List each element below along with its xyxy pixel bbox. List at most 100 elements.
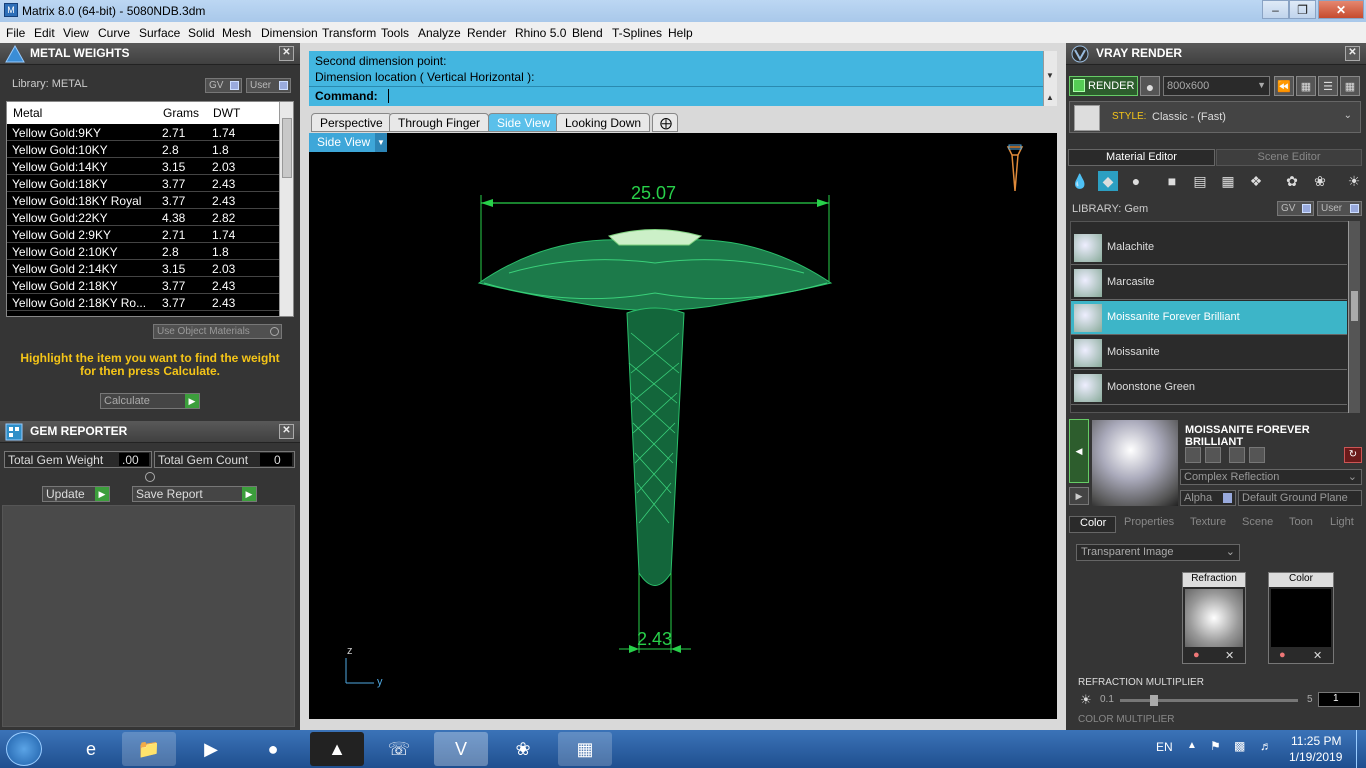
gem-report-list[interactable] (2, 505, 295, 727)
menu-rhino[interactable]: Rhino 5.0 (515, 26, 566, 40)
ie-icon[interactable]: e (64, 732, 118, 766)
copy-material-icon[interactable] (1205, 447, 1221, 463)
menu-dimension[interactable]: Dimension (261, 26, 318, 40)
refraction-slider-thumb[interactable] (1150, 695, 1158, 706)
menu-file[interactable]: File (6, 26, 25, 40)
menu-transform[interactable]: Transform (322, 26, 376, 40)
grid-icon[interactable]: ▦ (1218, 171, 1238, 191)
col-dwt[interactable]: DWT (213, 106, 240, 120)
metal-scroll-thumb[interactable] (282, 118, 292, 178)
material-type-select[interactable]: Complex Reflection ⌄ (1180, 469, 1362, 485)
menu-help[interactable]: Help (668, 26, 693, 40)
menu-curve[interactable]: Curve (98, 26, 130, 40)
pattern-icon[interactable]: ❖ (1246, 171, 1266, 191)
language-indicator[interactable]: EN (1156, 740, 1173, 754)
matrix-app-icon[interactable]: V (434, 732, 488, 766)
gem-item-moonstone-green[interactable]: Moonstone Green (1071, 371, 1347, 405)
subtab-properties[interactable]: Properties (1124, 516, 1174, 533)
tab-scene-editor[interactable]: Scene Editor (1216, 149, 1362, 166)
tab-side-view[interactable]: Side View (488, 113, 560, 132)
sphere-icon[interactable]: ● (1126, 171, 1146, 191)
settings-grid-icon[interactable]: ▦ (1296, 76, 1316, 96)
import-material-icon[interactable] (1249, 447, 1265, 463)
tray-expand-icon[interactable]: ▲ (1187, 740, 1197, 751)
alpha-toggle[interactable]: Alpha (1180, 490, 1236, 506)
ring-gauge-icon[interactable] (1004, 143, 1026, 195)
subtab-light[interactable]: Light (1330, 516, 1354, 533)
metal-table-row[interactable]: Yellow Gold 2:14KY 3.15 2.03 (7, 260, 279, 277)
light-bulb-icon[interactable]: ☀ (1344, 171, 1364, 191)
refraction-slider[interactable] (1120, 695, 1298, 706)
color-clear-icon[interactable]: ✕ (1313, 649, 1322, 662)
remote-desktop-icon[interactable]: ▦ (558, 732, 612, 766)
command-input[interactable] (388, 89, 389, 103)
viber-icon[interactable]: ☏ (372, 732, 426, 766)
rewind-icon[interactable]: ⏪ (1274, 76, 1294, 96)
maximize-button[interactable]: ❐ (1289, 0, 1316, 19)
preview-expand-icon[interactable]: ◀ (1069, 419, 1089, 483)
refraction-multiplier-input[interactable]: 1 (1318, 692, 1360, 707)
menu-tools[interactable]: Tools (381, 26, 409, 40)
preview-next-icon[interactable]: ▶ (1069, 487, 1089, 505)
menu-solid[interactable]: Solid (188, 26, 215, 40)
refraction-picker-icon[interactable]: ● (1193, 649, 1200, 661)
paint-icon[interactable]: ❀ (1310, 171, 1330, 191)
clock-date[interactable]: 1/19/2019 (1289, 750, 1342, 764)
metal-table-row[interactable]: Yellow Gold:14KY 3.15 2.03 (7, 158, 279, 175)
col-metal[interactable]: Metal (13, 106, 42, 120)
update-button[interactable]: Update ▶ (42, 486, 110, 502)
metal-table-row[interactable]: Yellow Gold:22KY 4.38 2.82 (7, 209, 279, 226)
menu-mesh[interactable]: Mesh (222, 26, 251, 40)
show-desktop-button[interactable] (1356, 730, 1366, 768)
start-button[interactable] (6, 732, 42, 766)
scroll-spin-icon[interactable]: ▲ (1046, 93, 1054, 102)
chrome-icon[interactable]: ● (246, 732, 300, 766)
menu-tsplines[interactable]: T-Splines (612, 26, 662, 40)
game-app-icon[interactable]: ▲ (310, 732, 364, 766)
command-input-row[interactable]: Command: (309, 86, 1043, 105)
menu-surface[interactable]: Surface (139, 26, 180, 40)
metal-table-row[interactable]: Yellow Gold 2:18KY Ro... 3.77 2.43 (7, 294, 279, 311)
gem-item-moissanite[interactable]: Moissanite (1071, 336, 1347, 370)
brush-icon[interactable]: ✿ (1282, 171, 1302, 191)
gem-gv-toggle[interactable]: GV (1277, 201, 1314, 216)
vray-close-icon[interactable]: ✕ (1345, 46, 1360, 61)
resolution-select[interactable]: 800x600 ▼ (1163, 76, 1270, 96)
menu-edit[interactable]: Edit (34, 26, 55, 40)
metal-table-scrollbar[interactable] (279, 102, 293, 316)
list-icon[interactable]: ☰ (1318, 76, 1338, 96)
gem-scroll-thumb[interactable] (1351, 291, 1358, 321)
gem-reporter-splitter[interactable] (145, 472, 155, 482)
minimize-button[interactable]: – (1262, 0, 1289, 19)
subtab-texture[interactable]: Texture (1190, 516, 1226, 533)
add-tab-icon[interactable]: ⨁ (652, 113, 678, 132)
gem-item-malachite[interactable]: Malachite (1071, 231, 1347, 265)
network-icon[interactable]: ▩ (1234, 739, 1245, 753)
volume-icon[interactable]: ♬ (1260, 739, 1272, 753)
gem-item-moissanite-forever-brilliant[interactable]: Moissanite Forever Brilliant (1071, 301, 1347, 335)
metal-table-row[interactable]: Yellow Gold:10KY 2.8 1.8 (7, 141, 279, 158)
metal-weights-close-icon[interactable]: ✕ (279, 46, 294, 61)
metal-table-row[interactable]: Yellow Gold:9KY 2.71 1.74 (7, 124, 279, 141)
drop-icon[interactable]: 💧 (1070, 171, 1090, 191)
col-grams[interactable]: Grams (163, 106, 199, 120)
metal-table-row[interactable]: Yellow Gold 2:10KY 2.8 1.8 (7, 243, 279, 260)
save-report-button[interactable]: Save Report ▶ (132, 486, 257, 502)
render-button[interactable]: RENDER (1069, 76, 1138, 96)
metal-table-row[interactable]: Yellow Gold 2:9KY 2.71 1.74 (7, 226, 279, 243)
globe-icon[interactable]: ● (1140, 76, 1160, 96)
menu-render[interactable]: Render (467, 26, 506, 40)
calculate-button[interactable]: Calculate ▶ (100, 393, 200, 409)
gem-item-marcasite[interactable]: Marcasite (1071, 266, 1347, 300)
refraction-clear-icon[interactable]: ✕ (1225, 649, 1234, 662)
subtab-toon[interactable]: Toon (1289, 516, 1313, 533)
square-icon[interactable]: ■ (1162, 171, 1182, 191)
explorer-icon[interactable]: 📁 (122, 732, 176, 766)
menu-blend[interactable]: Blend (572, 26, 603, 40)
save-material-icon[interactable] (1185, 447, 1201, 463)
metal-user-toggle[interactable]: User (246, 78, 291, 93)
subtab-scene[interactable]: Scene (1242, 516, 1273, 533)
use-object-materials-checkbox[interactable]: Use Object Materials (153, 324, 282, 339)
refresh-icon[interactable]: ↻ (1344, 447, 1362, 463)
metal-gv-toggle[interactable]: GV (205, 78, 242, 93)
